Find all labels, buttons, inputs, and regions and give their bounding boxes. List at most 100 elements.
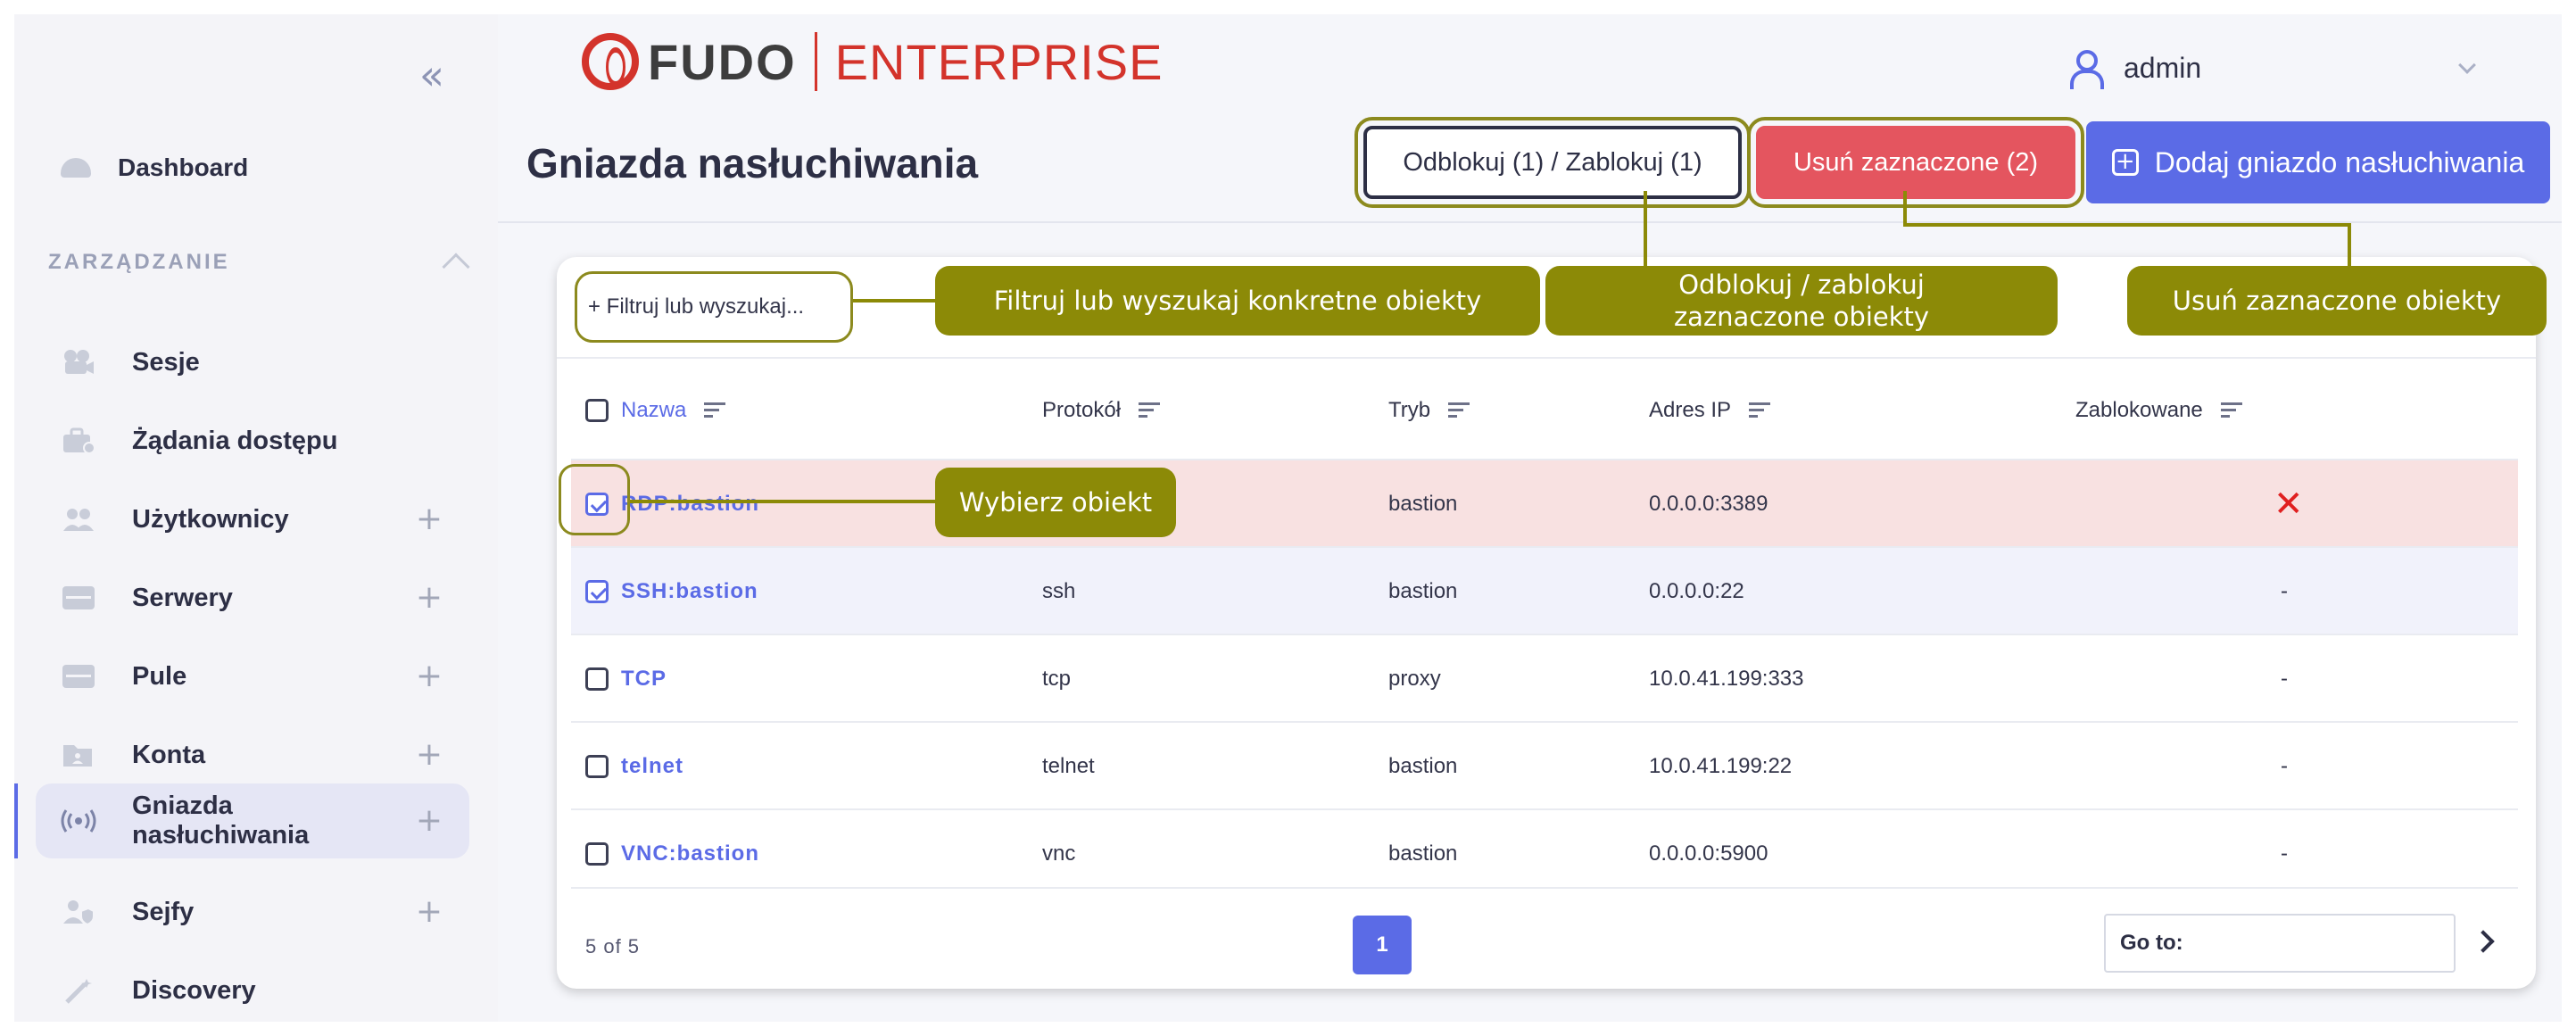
- column-label: Tryb: [1388, 398, 1431, 422]
- safe-icon: [61, 897, 96, 927]
- chevron-up-icon: [442, 253, 470, 281]
- sidebar-item-sesje[interactable]: Sesje: [36, 325, 469, 400]
- sidebar-section-header[interactable]: ZARZĄDZANIE: [48, 236, 485, 289]
- annotation-lock-line1: Odblokuj / zablokuj: [1678, 269, 1925, 300]
- select-all-checkbox[interactable]: [585, 399, 609, 422]
- column-header-nazwa[interactable]: Nazwa: [585, 393, 726, 428]
- sidebar-item-label: Discovery: [132, 975, 256, 1005]
- listener-name-link[interactable]: VNC:bastion: [621, 841, 759, 866]
- unlock-lock-button[interactable]: Odblokuj (1) / Zablokuj (1): [1354, 117, 1751, 208]
- sidebar-item-discovery[interactable]: Discovery: [36, 953, 469, 1022]
- name-cell[interactable]: SSH:bastion: [585, 548, 758, 635]
- row-checkbox[interactable]: [585, 842, 609, 866]
- sidebar-item-gniazda[interactable]: Gniazda nasłuchiwania +: [36, 783, 469, 858]
- filter-divider: [557, 357, 2536, 359]
- sidebar-item-serwery[interactable]: Serwery +: [36, 560, 469, 635]
- account-icon: [61, 740, 96, 770]
- mode-cell: bastion: [1388, 754, 1458, 778]
- ip-cell: 0.0.0.0:5900: [1649, 841, 1768, 866]
- chevron-right-icon[interactable]: [2472, 930, 2495, 953]
- column-label: Nazwa: [621, 398, 687, 422]
- table-row[interactable]: TCP tcp proxy 10.0.41.199:333 -: [571, 634, 2518, 721]
- add-safe-icon[interactable]: +: [416, 896, 443, 928]
- sidebar-item-pule[interactable]: Pule +: [36, 639, 469, 714]
- page-1-button[interactable]: 1: [1353, 916, 1412, 974]
- sidebar-item-label: Gniazda nasłuchiwania: [132, 792, 310, 850]
- sidebar-section-title: ZARZĄDZANIE: [48, 250, 230, 274]
- sidebar-item-uzytkownicy[interactable]: Użytkownicy +: [36, 482, 469, 557]
- column-label: Zablokowane: [2075, 398, 2203, 422]
- ip-cell: 10.0.41.199:333: [1649, 667, 1804, 691]
- annotation-select: Wybierz obiekt: [935, 468, 1176, 537]
- sidebar-item-dashboard[interactable]: Dashboard: [61, 141, 248, 195]
- sidebar-item-zadania[interactable]: Żądania dostępu: [36, 403, 469, 478]
- users-icon: [61, 504, 96, 535]
- annotation-lock: Odblokuj / zablokuj zaznaczone obiekty: [1545, 266, 2058, 336]
- select-highlight-ring: [559, 464, 630, 535]
- sort-icon[interactable]: [1749, 402, 1771, 419]
- add-listener-button[interactable]: + Dodaj gniazdo nasłuchiwania: [2086, 121, 2550, 203]
- mode-cell: bastion: [1388, 579, 1458, 603]
- listeners-table-card: + Filtruj lub wyszukaj... Nazwa Protokół…: [557, 257, 2536, 989]
- name-cell[interactable]: telnet: [585, 723, 683, 810]
- locked-cell: -: [2281, 754, 2288, 778]
- sidebar-item-label: Pule: [132, 661, 187, 691]
- listener-name-link[interactable]: TCP: [621, 667, 667, 692]
- sidebar: « Dashboard ZARZĄDZANIE Sesje Żądania do…: [14, 14, 498, 1022]
- filter-search-input[interactable]: + Filtruj lub wyszukaj...: [575, 271, 853, 343]
- listener-name-link[interactable]: RDP:bastion: [621, 492, 759, 517]
- add-listener-icon[interactable]: +: [416, 805, 443, 837]
- column-header-zablokowane[interactable]: Zablokowane: [2075, 393, 2242, 428]
- active-indicator: [14, 783, 18, 858]
- go-to-page-input[interactable]: Go to:: [2104, 914, 2456, 973]
- delete-selected-button[interactable]: Usuń zaznaczone (2): [1747, 117, 2084, 208]
- annotation-connector: [630, 500, 951, 503]
- logo-enterprise-text: ENTERPRISE: [834, 33, 1164, 90]
- username: admin: [2124, 51, 2202, 84]
- page-title: Gniazda nasłuchiwania: [526, 140, 979, 186]
- logo-divider: [814, 32, 817, 91]
- add-pool-icon[interactable]: +: [416, 660, 443, 692]
- ip-cell: 0.0.0.0:22: [1649, 579, 1744, 603]
- server-icon: [61, 583, 96, 613]
- column-header-tryb[interactable]: Tryb: [1388, 393, 1470, 428]
- row-checkbox[interactable]: [585, 580, 609, 603]
- sidebar-item-sejfy[interactable]: Sejfy +: [36, 874, 469, 949]
- sidebar-item-label: Dashboard: [118, 153, 249, 181]
- mode-cell: bastion: [1388, 841, 1458, 866]
- collapse-sidebar-icon[interactable]: «: [409, 52, 455, 98]
- table-row[interactable]: VNC:bastion vnc bastion 0.0.0.0:5900 -: [571, 808, 2518, 896]
- add-user-icon[interactable]: +: [416, 503, 443, 535]
- briefcase-icon: [61, 426, 96, 456]
- locked-x-icon: ✕: [2274, 484, 2304, 525]
- sort-icon[interactable]: [1139, 402, 1161, 419]
- annotation-connector: [2348, 223, 2351, 268]
- sidebar-item-konta[interactable]: Konta +: [36, 717, 469, 792]
- listener-name-link[interactable]: SSH:bastion: [621, 579, 758, 604]
- sort-icon[interactable]: [1448, 402, 1470, 419]
- add-listener-label: Dodaj gniazdo nasłuchiwania: [2154, 145, 2525, 178]
- column-header-adres-ip[interactable]: Adres IP: [1649, 393, 1771, 428]
- annotation-delete: Usuń zaznaczone obiekty: [2127, 266, 2547, 336]
- add-account-icon[interactable]: +: [416, 739, 443, 771]
- protocol-cell: tcp: [1042, 667, 1072, 691]
- protocol-cell: vnc: [1042, 841, 1076, 866]
- sort-icon[interactable]: [2220, 402, 2242, 419]
- add-server-icon[interactable]: +: [416, 582, 443, 614]
- row-count: 5 of 5: [585, 935, 641, 957]
- table-row[interactable]: telnet telnet bastion 10.0.41.199:22 -: [571, 721, 2518, 808]
- chevron-down-icon[interactable]: [2458, 56, 2476, 74]
- sort-icon[interactable]: [704, 402, 726, 419]
- dashboard-icon: [61, 158, 91, 178]
- listener-name-link[interactable]: telnet: [621, 754, 683, 779]
- column-header-protokol[interactable]: Protokół: [1042, 393, 1161, 428]
- name-cell[interactable]: VNC:bastion: [585, 810, 759, 898]
- name-cell[interactable]: TCP: [585, 635, 667, 723]
- row-checkbox[interactable]: [585, 755, 609, 778]
- row-checkbox[interactable]: [585, 667, 609, 691]
- sidebar-item-label: Żądania dostępu: [132, 426, 338, 455]
- sidebar-item-label: Użytkownicy: [132, 504, 289, 534]
- table-row[interactable]: SSH:bastion ssh bastion 0.0.0.0:22 -: [571, 546, 2518, 634]
- user-menu[interactable]: admin: [2068, 46, 2476, 89]
- listener-icon: [61, 806, 96, 836]
